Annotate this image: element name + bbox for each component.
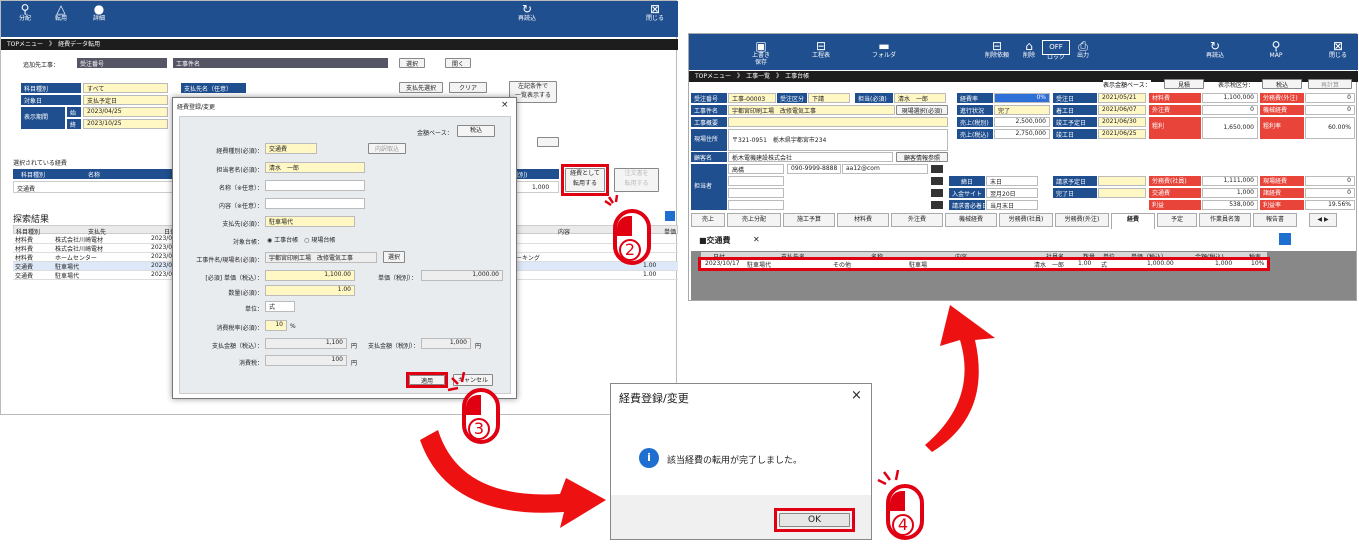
arrow-to-confirm: [420, 430, 606, 528]
mouse-icon-3: 3: [447, 372, 502, 450]
arrow-to-result: [925, 305, 995, 452]
mouse-icon-2: 2: [603, 195, 651, 273]
mouse-icon-4: 4: [876, 470, 926, 548]
flow-arrows: [420, 305, 995, 528]
